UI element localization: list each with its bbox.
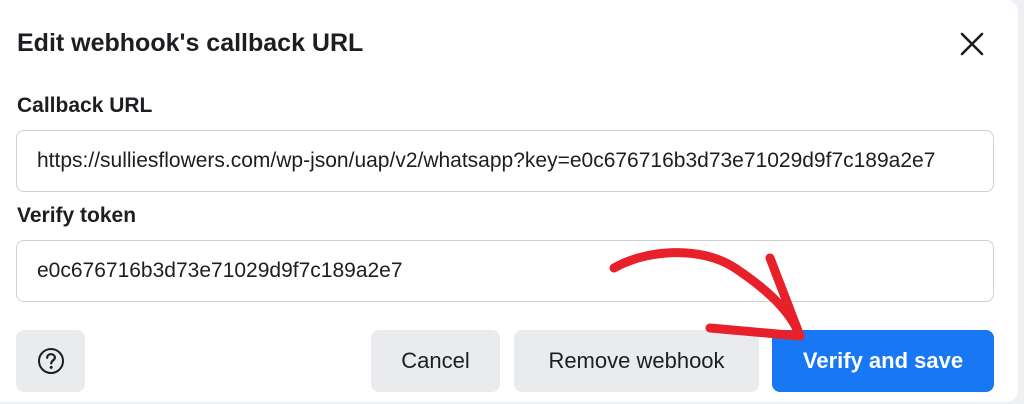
edit-webhook-dialog: Edit webhook's callback URL Callback URL… bbox=[0, 0, 1018, 402]
help-button[interactable] bbox=[16, 330, 85, 392]
callback-url-input[interactable]: https://sulliesflowers.com/wp-json/uap/v… bbox=[16, 130, 994, 192]
question-mark-icon bbox=[37, 348, 64, 374]
verify-token-input[interactable]: e0c676716b3d73e71029d9f7c189a2e7 bbox=[16, 240, 994, 302]
dialog-title: Edit webhook's callback URL bbox=[17, 29, 364, 57]
close-button[interactable] bbox=[950, 22, 994, 66]
callback-url-label: Callback URL bbox=[17, 94, 153, 117]
verify-token-label: Verify token bbox=[17, 204, 137, 227]
cancel-button[interactable]: Cancel bbox=[371, 330, 500, 392]
verify-and-save-button[interactable]: Verify and save bbox=[772, 330, 994, 392]
remove-webhook-button[interactable]: Remove webhook bbox=[514, 330, 759, 392]
close-icon bbox=[960, 32, 984, 56]
